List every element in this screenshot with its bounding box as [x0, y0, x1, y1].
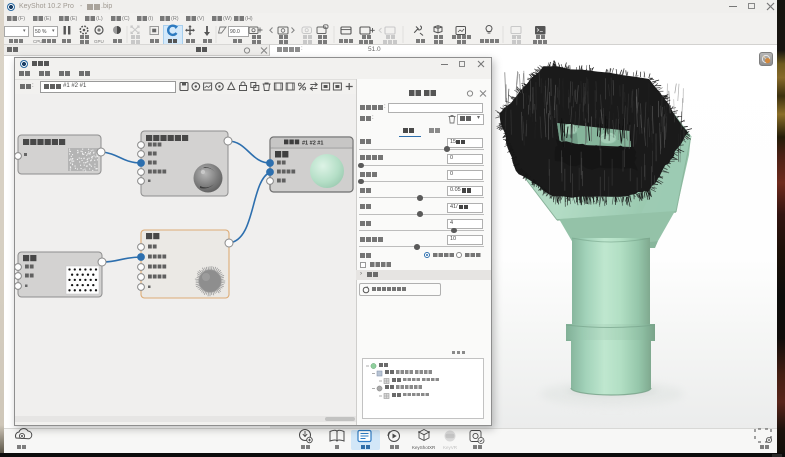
- svg-text:#1 #2 #1: #1 #2 #1: [302, 141, 323, 147]
